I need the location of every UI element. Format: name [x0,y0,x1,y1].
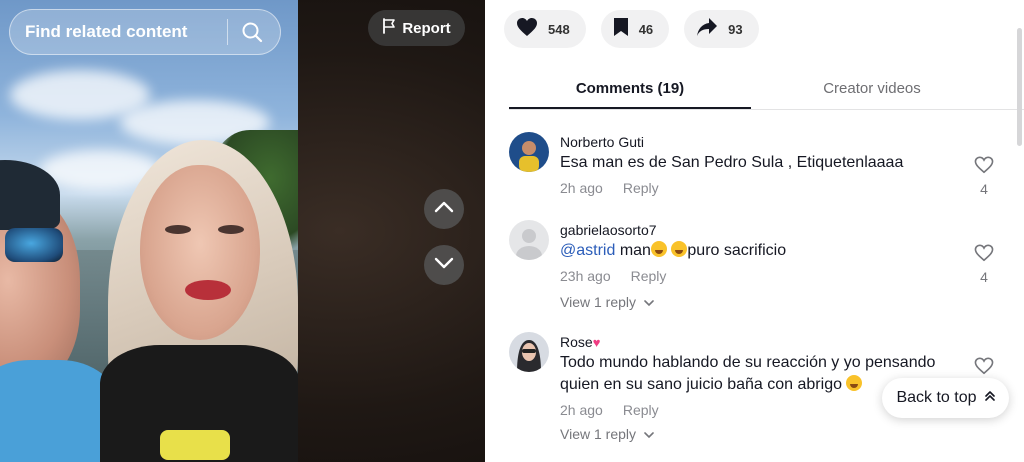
like-count: 548 [548,21,570,37]
video-player[interactable] [0,0,298,462]
back-to-top-button[interactable]: Back to top [882,378,1009,418]
avatar[interactable] [509,132,549,172]
woman-eye [165,225,191,234]
avatar[interactable] [509,220,549,260]
comment-text-part: man [615,242,651,259]
woman-face [140,165,260,340]
comment-like-button[interactable]: 4 [971,244,997,285]
tab-creator-videos[interactable]: Creator videos [751,70,993,109]
comment-time: 2h ago [560,180,603,196]
share-button[interactable]: 93 [684,10,759,48]
bookmark-icon [613,17,629,42]
tab-comments[interactable]: Comments (19) [509,70,751,109]
report-button[interactable]: Report [368,10,465,46]
avatar[interactable] [509,332,549,372]
search-bar[interactable]: Find related content [9,9,281,55]
woman-eye [218,225,244,234]
comment-meta: 23h ago Reply [560,268,960,284]
comment-meta: 2h ago Reply [560,180,960,196]
flag-icon [382,18,396,38]
report-label: Report [402,19,451,37]
comment-like-count: 4 [980,269,988,285]
previous-video-button[interactable] [424,189,464,229]
comment-like-button[interactable]: 4 [971,156,997,197]
comment-like-count: 4 [980,181,988,197]
search-divider [227,19,228,45]
chevron-down-icon [434,256,454,274]
video-area: Find related content Report [0,0,485,462]
next-video-button[interactable] [424,245,464,285]
smiling-emoji-icon [846,375,863,391]
search-input[interactable]: Find related content [25,22,227,42]
scrollbar[interactable] [1017,28,1022,146]
heart-outline-icon [974,357,994,379]
chevron-down-icon [644,294,654,310]
tiktok-video-page: Find related content Report 548 46 93 Co… [0,0,1024,462]
mention-link[interactable]: @astrid [560,242,615,259]
comment-text-part: Todo mundo hablando de su reacción y yo … [560,354,936,393]
view-replies-label: View 1 reply [560,294,637,310]
share-icon [696,17,718,42]
view-replies-label: View 1 reply [560,426,637,442]
laughing-emoji-icon [650,241,667,257]
tab-bar: Comments (19) Creator videos [509,70,1024,110]
double-chevron-up-icon [984,389,995,407]
comment-time: 2h ago [560,402,603,418]
action-bar: 548 46 93 [504,10,759,48]
woman-top [160,430,230,460]
save-count: 46 [638,21,654,37]
share-count: 93 [728,21,743,37]
save-button[interactable]: 46 [600,10,670,48]
reply-button[interactable]: Reply [631,268,667,284]
heart-emoji-icon: ♥ [592,335,601,350]
comment-body: gabrielaosorto7 @astrid man puro sacrifi… [560,222,960,310]
comment-username[interactable]: Norberto Guti [560,134,960,150]
comment-username-text: Rose [560,334,593,350]
comment-text: @astrid man puro sacrificio [560,240,960,262]
comment-username[interactable]: Rose♥ [560,334,960,350]
comment-text: Esa man es de San Pedro Sula , Etiqueten… [560,154,904,171]
reply-button[interactable]: Reply [623,180,659,196]
man-sunglasses [5,228,63,262]
heart-outline-icon [974,244,994,266]
like-button[interactable]: 548 [504,10,586,48]
laughing-emoji-icon [671,241,688,257]
chevron-down-icon [644,426,654,442]
search-icon[interactable] [240,20,264,44]
reply-button[interactable]: Reply [623,402,659,418]
heart-outline-icon [974,156,994,178]
woman-lips [185,280,231,300]
view-replies-button[interactable]: View 1 reply [560,294,960,310]
chevron-up-icon [434,200,454,218]
view-replies-button[interactable]: View 1 reply [560,426,960,442]
comment-like-button[interactable] [971,357,997,380]
comment-username[interactable]: gabrielaosorto7 [560,222,960,238]
comment-time: 23h ago [560,268,611,284]
back-to-top-label: Back to top [896,389,977,406]
comment-body: Norberto Guti Esa man es de San Pedro Su… [560,134,960,196]
comment-text-part: puro sacrificio [687,242,787,259]
heart-icon [516,17,538,42]
